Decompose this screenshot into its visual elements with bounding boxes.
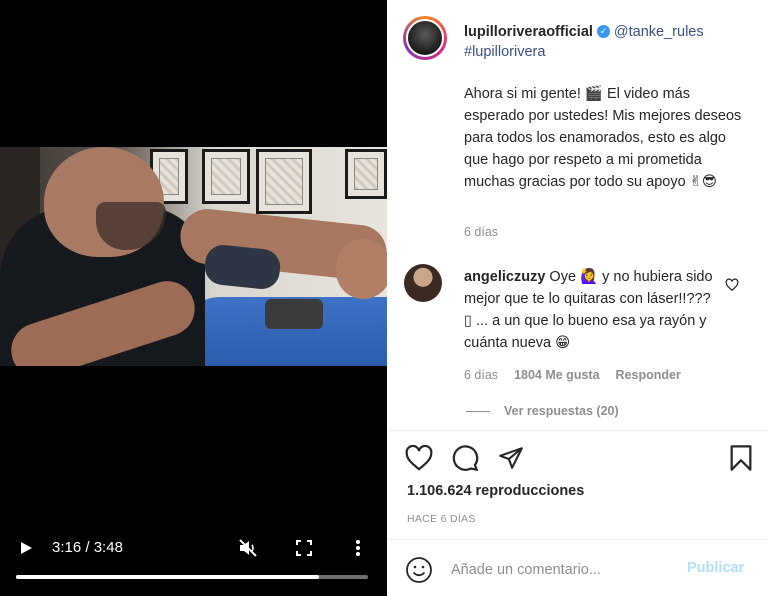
video-progress-bar[interactable] xyxy=(16,575,368,579)
verified-icon: ✓ xyxy=(596,24,610,38)
comment-likes[interactable]: 1804 Me gusta xyxy=(514,368,599,382)
save-icon[interactable] xyxy=(725,442,757,474)
video-time-separator: / xyxy=(81,539,94,556)
view-replies[interactable]: Ver respuestas (20) xyxy=(466,404,619,418)
video-scene-tattoo xyxy=(203,243,282,291)
comment-composer: Publicar xyxy=(387,540,768,596)
comment-body: angeliczuzy Oye 🙋‍♀️ y no hubiera sido m… xyxy=(464,266,719,354)
author-avatar[interactable] xyxy=(403,16,447,60)
play-icon[interactable] xyxy=(14,536,38,560)
video-frame xyxy=(0,147,387,366)
video-player[interactable]: 3:16 / 3:48 xyxy=(0,0,387,596)
reply-button[interactable]: Responder xyxy=(616,368,681,382)
video-controls: 3:16 / 3:48 xyxy=(0,532,387,596)
video-current-time: 3:16 xyxy=(52,539,82,556)
post-panel: lupilloriveraofficial ✓ @tanke_rules #lupi… xyxy=(387,0,768,596)
video-duration: 3:48 xyxy=(93,539,123,556)
author-username[interactable]: lupilloriveraofficial xyxy=(464,24,593,40)
video-scene-cushion xyxy=(265,299,323,329)
video-time: 3:16 / 3:48 xyxy=(52,539,123,556)
video-scene-frame xyxy=(345,149,387,199)
replies-line xyxy=(466,410,490,412)
video-progress-fill xyxy=(16,575,319,579)
action-bar xyxy=(403,442,755,474)
post-mention[interactable]: @tanke_rules xyxy=(614,24,704,40)
comment-author[interactable]: angeliczuzy xyxy=(464,269,545,285)
video-scene-hand xyxy=(336,239,387,299)
post-header: lupilloriveraofficial ✓ @tanke_rules #lupi… xyxy=(464,22,754,62)
post-hashtag[interactable]: #lupillorivera xyxy=(464,44,545,60)
share-icon[interactable] xyxy=(495,442,527,474)
comment-input[interactable] xyxy=(451,558,671,582)
post-time[interactable]: 6 días xyxy=(464,225,498,239)
mute-icon[interactable] xyxy=(236,536,260,560)
post-caption: Ahora si mi gente! 🎬 El video más espera… xyxy=(464,86,742,190)
publish-button[interactable]: Publicar xyxy=(687,560,744,576)
commenter-avatar[interactable] xyxy=(404,264,442,302)
video-scene-frame xyxy=(256,149,312,214)
post-date[interactable]: HACE 6 DÍAS xyxy=(407,513,476,525)
view-count[interactable]: 1.106.624 reproducciones xyxy=(407,483,584,499)
video-scene-frame xyxy=(202,149,250,204)
divider xyxy=(387,430,768,431)
like-icon[interactable] xyxy=(403,442,435,474)
more-options-icon[interactable] xyxy=(346,536,370,560)
comment-icon[interactable] xyxy=(449,442,481,474)
comment-like-icon[interactable] xyxy=(725,278,739,292)
view-replies-label: Ver respuestas (20) xyxy=(504,404,619,418)
comment-meta: 6 días 1804 Me gusta Responder xyxy=(464,368,681,382)
fullscreen-icon[interactable] xyxy=(292,536,316,560)
emoji-icon[interactable] xyxy=(405,556,433,584)
comment-time[interactable]: 6 días xyxy=(464,368,498,382)
